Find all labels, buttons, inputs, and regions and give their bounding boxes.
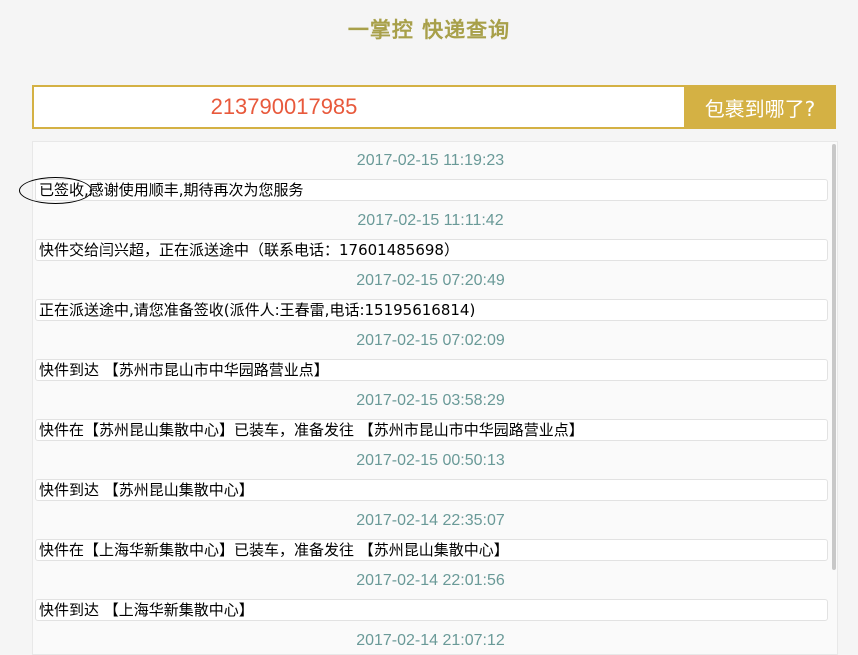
entry-timestamp: 2017-02-14 22:35:07: [356, 512, 505, 529]
tracking-results-list[interactable]: 2017-02-15 11:19:23 已签收,感谢使用顺丰,期待再次为您服务 …: [32, 141, 838, 655]
entry-timestamp: 2017-02-14 22:01:56: [356, 572, 505, 589]
tracking-entry: 2017-02-15 11:11:42 快件交给闫兴超，正在派送途中（联系电话：…: [33, 202, 837, 262]
entry-timestamp: 2017-02-15 03:58:29: [356, 392, 505, 409]
tracking-entry: 2017-02-15 03:58:29 快件在【苏州昆山集散中心】已装车，准备发…: [33, 382, 837, 442]
entry-status: 快件到达 【苏州昆山集散中心】: [35, 479, 828, 501]
tracking-entry: 2017-02-15 07:02:09 快件到达 【苏州市昆山市中华园路营业点】: [33, 322, 837, 382]
entry-timestamp: 2017-02-15 07:02:09: [356, 332, 505, 349]
search-bar: 包裹到哪了?: [32, 85, 836, 129]
entry-status: 快件在【苏州昆山集散中心】已装车，准备发往 【苏州市昆山市中华园路营业点】: [35, 419, 828, 441]
tracking-number-input[interactable]: [32, 85, 684, 129]
tracking-entry: 2017-02-15 07:20:49 正在派送途中,请您准备签收(派件人:王春…: [33, 262, 837, 322]
entry-status: 快件在【上海华新集散中心】已装车，准备发往 【苏州昆山集散中心】: [35, 539, 828, 561]
entry-status: 已签收,感谢使用顺丰,期待再次为您服务: [35, 179, 828, 201]
entry-timestamp: 2017-02-15 11:11:42: [357, 212, 504, 229]
entry-timestamp: 2017-02-15 07:20:49: [356, 272, 505, 289]
entry-status: 快件交给闫兴超，正在派送途中（联系电话：17601485698）: [35, 239, 828, 261]
entry-timestamp: 2017-02-14 21:07:12: [356, 632, 505, 649]
page-title: 一掌控 快递查询: [347, 17, 511, 42]
page: 一掌控 快递查询 包裹到哪了? 2017-02-15 11:19:23 已签收,…: [0, 0, 858, 655]
tracking-entry: 2017-02-14 22:35:07 快件在【上海华新集散中心】已装车，准备发…: [33, 502, 837, 562]
tracking-entry: 2017-02-15 11:19:23 已签收,感谢使用顺丰,期待再次为您服务: [33, 142, 837, 202]
query-button[interactable]: 包裹到哪了?: [684, 85, 836, 129]
tracking-entry: 2017-02-14 21:07:12: [33, 622, 837, 654]
entry-timestamp: 2017-02-15 11:19:23: [356, 152, 505, 169]
entry-status: 快件到达 【苏州市昆山市中华园路营业点】: [35, 359, 828, 381]
entry-status: 快件到达 【上海华新集散中心】: [35, 599, 828, 621]
entry-status: 正在派送途中,请您准备签收(派件人:王春雷,电话:15195616814): [35, 299, 828, 321]
tracking-entry: 2017-02-14 22:01:56 快件到达 【上海华新集散中心】: [33, 562, 837, 622]
entry-timestamp: 2017-02-15 00:50:13: [356, 452, 505, 469]
tracking-entry: 2017-02-15 00:50:13 快件到达 【苏州昆山集散中心】: [33, 442, 837, 502]
results-scrollbar[interactable]: [832, 144, 836, 570]
